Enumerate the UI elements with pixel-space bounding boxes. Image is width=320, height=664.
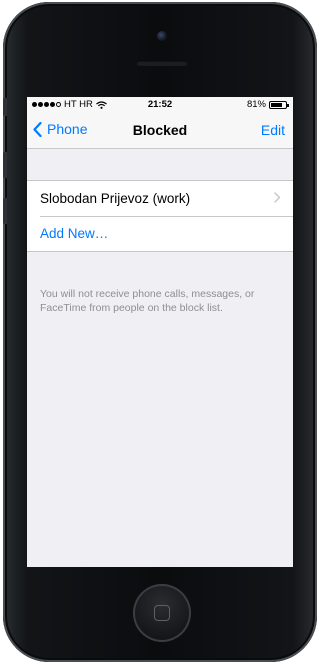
status-right: 81% (246, 99, 289, 110)
battery-fill (271, 102, 282, 107)
navigation-bar: Phone Blocked Edit (27, 112, 293, 149)
contact-name: Slobodan Prijevoz (work) (40, 191, 191, 206)
volume-down-button (3, 198, 7, 224)
add-new-button[interactable]: Add New… (40, 226, 108, 241)
blocked-contact-row[interactable]: Slobodan Prijevoz (work) (27, 181, 293, 216)
chevron-right-icon (274, 192, 281, 203)
mute-switch (3, 98, 7, 116)
block-list-note: You will not receive phone calls, messag… (40, 288, 255, 314)
home-button-square (154, 605, 170, 621)
earpiece-speaker (136, 60, 188, 66)
front-camera (157, 31, 167, 41)
battery-tip (287, 103, 289, 107)
page-title: Blocked (132, 122, 188, 138)
edit-button[interactable]: Edit (261, 122, 285, 138)
battery-percent: 81% (246, 99, 266, 110)
home-button-icon[interactable] (133, 584, 191, 642)
add-new-row[interactable]: Add New… (27, 216, 293, 251)
battery-icon (269, 100, 289, 109)
status-bar: HT HR 21:52 81% (27, 97, 293, 112)
blocked-list: Slobodan Prijevoz (work) Add New… (27, 180, 293, 252)
screen: HT HR 21:52 81% Phone Blocked Edit Slobo… (27, 97, 293, 567)
volume-up-button (3, 152, 7, 178)
